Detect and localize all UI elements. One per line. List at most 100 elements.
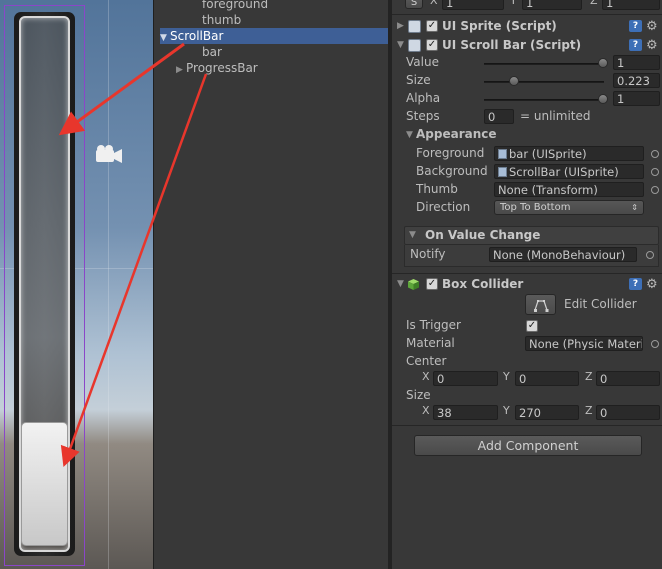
direction-value: Top To Bottom [500,202,571,213]
size-field[interactable]: 0.223 [613,73,660,88]
object-picker-icon[interactable] [651,150,659,158]
background-field[interactable]: ScrollBar (UISprite) [494,164,644,179]
component-separator [392,14,662,15]
center-z-label: Z [585,370,593,383]
object-picker-icon[interactable] [651,340,659,348]
size-slider[interactable] [484,81,604,83]
x-label: X [430,0,438,7]
hierarchy-item-progressbar[interactable]: ▶ ProgressBar [176,60,258,76]
alpha-slider[interactable] [484,99,604,101]
dropdown-arrows-icon: ⇕ [631,203,638,212]
value-label: Value [406,55,439,69]
background-label: Background [416,164,488,178]
size-x-label: X [422,404,430,417]
hierarchy-panel[interactable]: foreground thumb ▼ ScrollBar bar ▶ Progres… [153,0,389,569]
expand-triangle-icon[interactable]: ▼ [160,30,170,46]
scrollbar-track[interactable] [14,12,75,556]
collapse-triangle-icon[interactable]: ▶ [397,17,407,36]
expand-triangle-icon[interactable]: ▼ [397,36,407,55]
ui-scroll-bar-title: UI Scroll Bar (Script) [442,38,582,52]
help-icon[interactable]: ? [629,39,642,51]
sprite-object-icon [498,167,507,177]
ui-sprite-enabled-checkbox[interactable]: ✓ [426,20,438,32]
center-x-field[interactable]: 0 [433,371,498,386]
hierarchy-item-label: thumb [202,13,242,27]
gear-icon[interactable]: ⚙ [646,20,658,33]
camera-icon[interactable] [93,143,125,167]
material-field[interactable]: None (Physic Materi [525,336,643,351]
collapse-triangle-icon[interactable]: ▶ [176,62,186,78]
ui-sprite-header[interactable]: ▶ ✓ UI Sprite (Script) ? ⚙ [392,17,662,36]
add-component-button[interactable]: Add Component [414,435,642,456]
on-value-change-header[interactable]: ▼ On Value Change [404,226,659,245]
background-value: ScrollBar (UISprite) [509,165,619,179]
size-y-label: Y [503,404,510,417]
thumb-field[interactable]: None (Transform) [494,182,644,197]
script-icon [408,20,421,33]
object-picker-icon[interactable] [646,251,654,259]
object-picker-icon[interactable] [651,168,659,176]
cube-icon [408,279,419,290]
s-button[interactable]: S [405,0,423,9]
size-label: Size [406,73,431,87]
expand-triangle-icon[interactable]: ▼ [397,275,407,294]
appearance-label[interactable]: Appearance [416,127,497,141]
gear-icon[interactable]: ⚙ [646,39,658,52]
ui-sprite-title: UI Sprite (Script) [442,19,557,33]
size-x-field[interactable]: 38 [433,405,498,420]
help-icon[interactable]: ? [629,278,642,290]
edit-collider-icon [533,300,548,312]
center-z-field[interactable]: 0 [596,371,660,386]
on-value-change-label: On Value Change [425,228,541,242]
component-separator [392,273,662,274]
hierarchy-item-bar[interactable]: bar [202,44,222,60]
object-picker-icon[interactable] [651,186,659,194]
expand-triangle-icon[interactable]: ▼ [406,130,416,140]
scene-view[interactable] [0,0,153,569]
scrollbar-thumb[interactable] [21,422,68,546]
is-trigger-checkbox[interactable]: ✓ [526,320,538,332]
scale-x-field[interactable]: 1 [442,0,504,10]
box-collider-enabled-checkbox[interactable]: ✓ [426,278,438,290]
ui-scroll-bar-enabled-checkbox[interactable]: ✓ [426,39,438,51]
alpha-field[interactable]: 1 [613,91,660,106]
y-label: Y [510,0,517,7]
steps-label: Steps [406,109,440,123]
scale-y-field[interactable]: 1 [522,0,582,10]
direction-dropdown[interactable]: Top To Bottom ⇕ [494,200,644,215]
size-slider-knob[interactable] [509,76,519,86]
notify-row: Notify None (MonoBehaviour) [404,245,659,267]
hierarchy-item-label: ProgressBar [186,61,258,75]
edit-collider-button[interactable] [525,294,556,315]
foreground-label: Foreground [416,146,485,160]
is-trigger-label: Is Trigger [406,318,461,332]
hierarchy-item-scrollbar[interactable]: ▼ ScrollBar [160,28,389,44]
steps-field[interactable]: 0 [484,109,514,124]
steps-note: = unlimited [520,109,591,123]
value-field[interactable]: 1 [613,55,660,70]
center-label: Center [406,354,447,368]
size-z-field[interactable]: 0 [596,405,660,420]
notify-field[interactable]: None (MonoBehaviour) [489,247,637,262]
value-slider-knob[interactable] [598,58,608,68]
hierarchy-item-thumb[interactable]: thumb [202,12,241,28]
expand-triangle-icon[interactable]: ▼ [409,230,419,240]
material-label: Material [406,336,455,350]
center-y-label: Y [503,370,510,383]
ui-scroll-bar-header[interactable]: ▼ ✓ UI Scroll Bar (Script) ? ⚙ [392,36,662,55]
center-y-field[interactable]: 0 [515,371,579,386]
value-slider[interactable] [484,63,604,65]
box-collider-header[interactable]: ▼ ✓ Box Collider ? ⚙ [392,275,662,294]
help-icon[interactable]: ? [629,20,642,32]
hierarchy-item-foreground[interactable]: foreground [202,0,268,12]
foreground-value: bar (UISprite) [509,147,587,161]
gear-icon[interactable]: ⚙ [646,278,658,291]
scene-grid-line [108,0,109,569]
foreground-field[interactable]: bar (UISprite) [494,146,644,161]
hierarchy-item-label: foreground [202,0,269,11]
inspector-panel[interactable]: S X 1 Y 1 Z 1 ▶ ✓ UI Sprite (Script) ? ⚙… [392,0,662,569]
scale-z-field[interactable]: 1 [602,0,660,10]
alpha-label: Alpha [406,91,441,105]
alpha-slider-knob[interactable] [598,94,608,104]
size-y-field[interactable]: 270 [515,405,579,420]
